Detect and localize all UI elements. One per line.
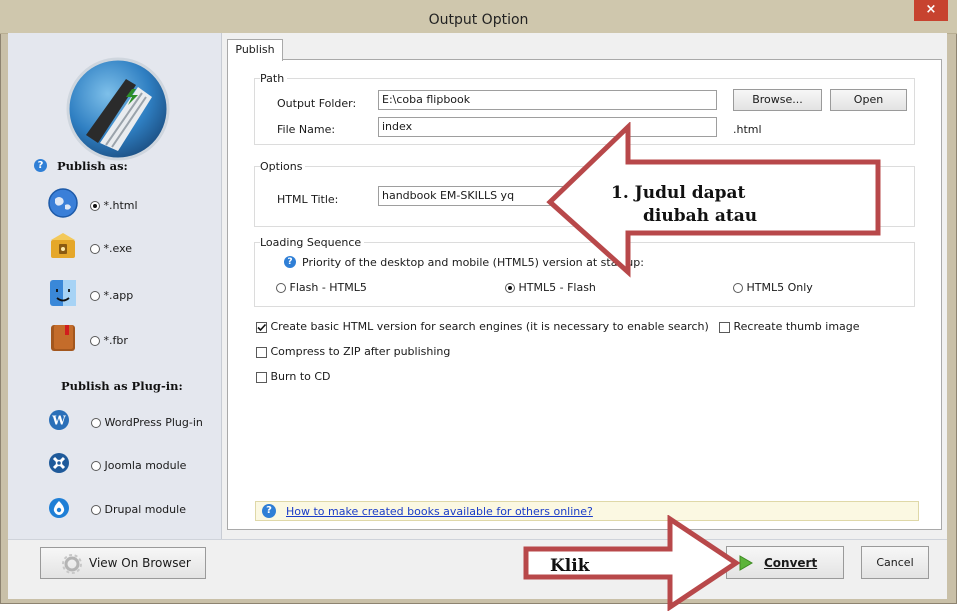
format-icon-html [47, 187, 79, 219]
burn-cd-checkbox[interactable] [256, 371, 267, 383]
help-link-icon: ? [262, 504, 276, 518]
format-label-exe: *.exe [103, 242, 133, 255]
view-on-browser-button[interactable]: View On Browser [40, 547, 206, 579]
plugin-label-drupal: Drupal module [104, 503, 186, 516]
mac-finder-icon [50, 280, 76, 306]
plugin-icon-drupal [48, 497, 70, 519]
basic-html-checkbox[interactable] [256, 321, 267, 333]
recreate-thumb-checkbox[interactable] [719, 321, 730, 333]
path-group-label: Path [260, 72, 288, 85]
output-folder-label: Output Folder: [277, 97, 357, 110]
basic-html-label: Create basic HTML version for search eng… [270, 320, 709, 333]
format-option-html[interactable]: *.html [90, 199, 138, 212]
radio-html[interactable] [90, 201, 100, 211]
radio-exe[interactable] [90, 244, 100, 254]
format-icon-exe [47, 230, 79, 262]
globe-icon [48, 188, 78, 218]
publish-as-label: Publish as: [57, 159, 128, 173]
format-icon-fbr [47, 322, 79, 354]
close-button[interactable]: × [914, 0, 948, 21]
radio-drupal[interactable] [91, 505, 101, 515]
view-on-browser-label: View On Browser [89, 556, 191, 570]
plugin-option-joomla[interactable]: Joomla module [91, 459, 186, 472]
book-icon [51, 325, 75, 351]
radio-app[interactable] [90, 291, 100, 301]
output-folder-input[interactable]: E:\coba flipbook [378, 90, 717, 110]
plugin-label-joomla: Joomla module [104, 459, 187, 472]
radio-wordpress[interactable] [91, 418, 101, 428]
tab-publish[interactable]: Publish [227, 39, 283, 61]
window-title: Output Option [428, 12, 529, 28]
compress-zip-checkbox[interactable] [256, 346, 267, 358]
format-label-fbr: *.fbr [103, 334, 128, 347]
joomla-icon [49, 453, 69, 473]
format-icon-app [47, 277, 79, 309]
plugin-icon-joomla [48, 452, 70, 474]
cancel-button[interactable]: Cancel [861, 546, 929, 579]
svg-text:W: W [51, 414, 66, 428]
plugin-option-drupal[interactable]: Drupal module [91, 503, 186, 516]
burn-cd-label: Burn to CD [270, 370, 331, 383]
priority-help-icon: ? [284, 256, 296, 268]
open-button[interactable]: Open [830, 89, 907, 111]
burn-cd-option[interactable]: Burn to CD [256, 370, 331, 383]
flipbook-logo-icon [66, 57, 170, 161]
title-callout-line1: 1. Judul dapat [611, 183, 745, 203]
wordpress-icon: W [49, 410, 69, 430]
format-label-app: *.app [103, 289, 134, 302]
compress-zip-option[interactable]: Compress to ZIP after publishing [256, 345, 450, 358]
gear-icon [62, 554, 82, 574]
publish-plugin-label: Publish as Plug-in: [61, 379, 183, 393]
format-option-app[interactable]: *.app [90, 289, 133, 302]
convert-callout-arrow: Klik [523, 515, 741, 611]
format-label-html: *.html [103, 199, 138, 212]
loading-label-flash-html5: Flash - HTML5 [289, 281, 367, 294]
basic-html-option[interactable]: Create basic HTML version for search eng… [256, 320, 709, 333]
browse-button[interactable]: Browse... [733, 89, 822, 111]
publish-as-help-icon: ? [34, 159, 47, 172]
recreate-thumb-option[interactable]: Recreate thumb image [719, 320, 860, 333]
title-callout-arrow: 1. Judul dapat diubah atau [546, 122, 881, 278]
radio-fbr[interactable] [90, 336, 100, 346]
radio-flash-html5[interactable] [276, 283, 286, 293]
check-icon [257, 323, 267, 331]
options-group-label: Options [260, 160, 306, 173]
radio-html5-flash[interactable] [505, 283, 515, 293]
drupal-icon [49, 498, 69, 518]
format-option-exe[interactable]: *.exe [90, 242, 132, 255]
title-callout-line2: diubah atau [643, 206, 757, 226]
exe-package-icon [51, 233, 75, 258]
plugin-option-wordpress[interactable]: WordPress Plug-in [91, 416, 203, 429]
compress-zip-label: Compress to ZIP after publishing [270, 345, 451, 358]
recreate-thumb-label: Recreate thumb image [733, 320, 860, 333]
convert-callout-text: Klik [550, 556, 591, 576]
plugin-icon-wordpress: W [48, 409, 70, 431]
file-name-label: File Name: [277, 123, 336, 136]
loading-option-flash-html5[interactable]: Flash - HTML5 [276, 281, 367, 294]
radio-joomla[interactable] [91, 461, 101, 471]
plugin-label-wordpress: WordPress Plug-in [104, 416, 203, 429]
html-title-label: HTML Title: [277, 193, 339, 206]
app-logo [66, 57, 170, 161]
format-option-fbr[interactable]: *.fbr [90, 334, 128, 347]
loading-sequence-label: Loading Sequence [260, 236, 365, 249]
